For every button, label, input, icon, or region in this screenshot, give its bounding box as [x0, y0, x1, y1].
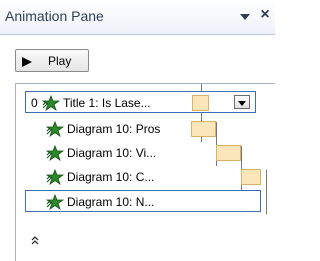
animation-item-label: Diagram 10: N...: [67, 195, 155, 209]
entrance-star-icon: [45, 144, 65, 162]
play-button[interactable]: Play: [15, 49, 89, 72]
pane-title: Animation Pane: [5, 8, 104, 24]
timing-bar: [191, 121, 216, 137]
animation-item-label: Diagram 10: C...: [67, 170, 155, 184]
animation-list: 0 Title 1: Is Lase... Diagram 10: Pros D…: [15, 83, 275, 261]
animation-pane: Animation Pane × Play 0 Title 1: Is Lase…: [0, 0, 275, 261]
animation-item-title-1[interactable]: 0 Title 1: Is Lase...: [25, 91, 256, 113]
animation-item-diagram-10-pros[interactable]: Diagram 10: Pros: [25, 118, 256, 140]
animation-item-label: Diagram 10: Vi...: [67, 146, 157, 160]
timing-bar: [216, 145, 241, 161]
entrance-star-icon: [45, 168, 65, 186]
double-chevron-up-icon[interactable]: [30, 234, 40, 246]
animation-item-label: Title 1: Is Lase...: [63, 96, 151, 110]
animation-item-label: Diagram 10: Pros: [67, 122, 161, 136]
entrance-star-icon: [45, 120, 65, 138]
pane-header: Animation Pane ×: [0, 0, 275, 35]
play-triangle-icon: [21, 55, 33, 67]
animation-item-diagram-10-n[interactable]: Diagram 10: N...: [25, 190, 261, 212]
entrance-star-icon: [41, 94, 61, 112]
animation-order-index: 0: [31, 96, 38, 110]
item-dropdown-button[interactable]: [234, 95, 250, 109]
animation-item-diagram-10-c[interactable]: Diagram 10: C...: [25, 166, 261, 188]
timing-bar: [192, 95, 209, 111]
play-button-label: Play: [48, 54, 72, 68]
entrance-star-icon: [45, 193, 65, 211]
dropdown-arrow-icon[interactable]: [239, 10, 251, 22]
animation-item-diagram-10-vi[interactable]: Diagram 10: Vi...: [25, 142, 256, 164]
timing-line: [266, 170, 267, 214]
timing-bar: [241, 169, 261, 185]
close-icon[interactable]: ×: [257, 7, 273, 23]
